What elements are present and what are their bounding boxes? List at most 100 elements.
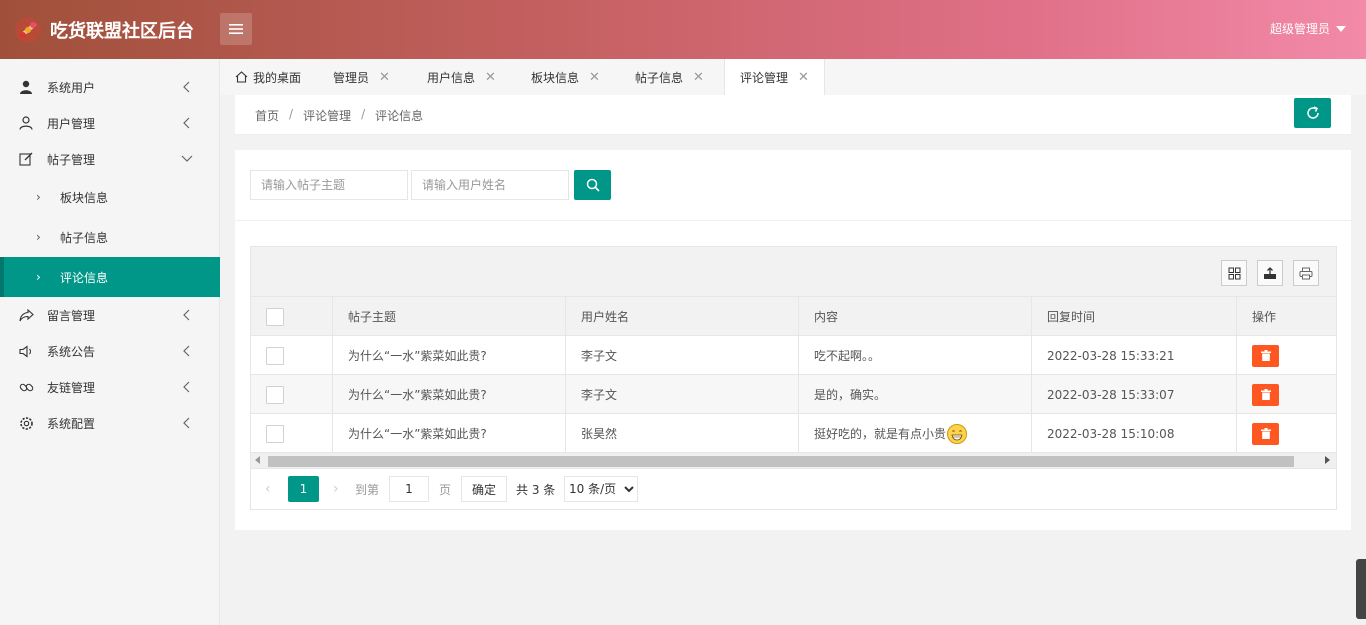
sidebar-item-announcements[interactable]: 系统公告	[0, 333, 220, 369]
col-header-topic[interactable]: 帖子主题	[332, 297, 565, 336]
goto-confirm-button[interactable]: 确定	[461, 476, 507, 502]
chevron-left-icon	[181, 417, 193, 429]
sidebar-item-user-management[interactable]: 用户管理	[0, 105, 220, 141]
tab-bar: 我的桌面 管理员 ✕ 用户信息 ✕ 板块信息 ✕ 帖子信息 ✕ 评论管理 ✕	[220, 59, 1366, 96]
cell-user: 李子文	[565, 336, 798, 375]
chevron-right-icon: ›	[36, 270, 41, 284]
trash-icon	[1260, 389, 1271, 400]
sidebar-subitem-comment-info[interactable]: › 评论信息	[0, 257, 220, 297]
select-all-checkbox[interactable]	[266, 307, 284, 326]
table-row: 为什么“一水”紫菜如此贵? 张昊然 挺好吃的，就是有点小贵 2022-03-28…	[251, 414, 1336, 453]
row-checkbox[interactable]	[266, 346, 284, 365]
sidebar: 系统用户 用户管理 帖子管理 › 板块信息 › 帖子信息 › 评论信息 留言管理…	[0, 59, 220, 625]
delete-button[interactable]	[1252, 344, 1279, 367]
sidebar-item-system-config[interactable]: 系统配置	[0, 405, 220, 441]
chevron-right-icon: ›	[36, 230, 41, 244]
delete-button[interactable]	[1252, 383, 1279, 406]
user-menu[interactable]: 超级管理员	[1270, 20, 1346, 37]
sidebar-subitem-post-info[interactable]: › 帖子信息	[0, 217, 220, 257]
pagination: ‹ 1 › 到第 页 确定 共 3 条 10 条/页 20 条/页 30 条/页	[251, 469, 1336, 509]
tab-my-desktop[interactable]: 我的桌面	[235, 59, 301, 95]
breadcrumb-bar: 首页 / 评论管理 / 评论信息	[235, 95, 1351, 135]
breadcrumb-comment-management[interactable]: 评论管理	[303, 107, 351, 124]
col-header-user[interactable]: 用户姓名	[565, 297, 798, 336]
share-icon	[18, 307, 34, 323]
cell-topic: 为什么“一水”紫菜如此贵?	[332, 336, 565, 375]
cell-time: 2022-03-28 15:33:07	[1031, 375, 1236, 414]
col-header-time[interactable]: 回复时间	[1031, 297, 1236, 336]
caret-down-icon	[1336, 25, 1346, 32]
goto-label: 到第	[355, 482, 380, 497]
sidebar-item-message-management[interactable]: 留言管理	[0, 297, 220, 333]
sidebar-item-friend-links[interactable]: 友链管理	[0, 369, 220, 405]
logo[interactable]: 吃货联盟社区后台	[14, 14, 194, 46]
close-icon[interactable]: ✕	[798, 70, 809, 85]
horizontal-scrollbar[interactable]	[251, 453, 1336, 469]
search-form	[250, 170, 611, 200]
columns-icon	[1228, 267, 1240, 279]
cell-content: 是的，确实。	[798, 375, 1031, 414]
next-page-icon[interactable]: ›	[333, 481, 339, 497]
user-solid-icon	[18, 79, 34, 95]
sidebar-subitem-board-info[interactable]: › 板块信息	[0, 177, 220, 217]
page-size-select[interactable]: 10 条/页 20 条/页 30 条/页	[564, 476, 638, 502]
print-button[interactable]	[1293, 260, 1319, 286]
col-header-content[interactable]: 内容	[798, 297, 1031, 336]
row-checkbox[interactable]	[266, 424, 284, 443]
tab-comment-management[interactable]: 评论管理 ✕	[724, 59, 825, 96]
grin-emoji-icon	[947, 423, 968, 444]
user-search-input[interactable]	[411, 170, 569, 200]
close-icon[interactable]: ✕	[379, 70, 390, 85]
chevron-left-icon	[181, 345, 193, 357]
export-icon	[1264, 266, 1276, 279]
menu-toggle-button[interactable]	[220, 13, 252, 45]
link-icon	[18, 379, 34, 395]
home-icon	[235, 71, 248, 83]
gear-icon	[18, 415, 34, 431]
main-card: 帖子主题 用户姓名 内容 回复时间 操作 为什么“一水”紫菜如此贵? 李子文 吃…	[235, 150, 1351, 530]
cell-user: 李子文	[565, 375, 798, 414]
refresh-button[interactable]	[1294, 98, 1331, 128]
app-title: 吃货联盟社区后台	[50, 21, 194, 42]
edit-icon	[18, 151, 34, 167]
print-icon	[1299, 267, 1313, 279]
cell-time: 2022-03-28 15:33:21	[1031, 336, 1236, 375]
side-widget[interactable]	[1356, 559, 1366, 619]
tab-user-info[interactable]: 用户信息 ✕	[427, 59, 496, 95]
chevron-left-icon	[181, 381, 193, 393]
trash-icon	[1260, 350, 1271, 361]
cell-content: 挺好吃的，就是有点小贵	[798, 414, 1031, 453]
close-icon[interactable]: ✕	[485, 70, 496, 85]
user-name: 超级管理员	[1269, 22, 1330, 36]
row-checkbox[interactable]	[266, 385, 284, 404]
scroll-thumb[interactable]	[268, 456, 1294, 467]
tab-board-info[interactable]: 板块信息 ✕	[531, 59, 600, 95]
search-button[interactable]	[574, 170, 611, 200]
top-header: 吃货联盟社区后台 超级管理员	[0, 0, 1366, 59]
prev-page-icon[interactable]: ‹	[265, 481, 271, 497]
export-button[interactable]	[1257, 260, 1283, 286]
logo-icon	[14, 16, 42, 44]
breadcrumb-home[interactable]: 首页	[255, 107, 279, 124]
scroll-left-icon[interactable]	[255, 456, 260, 464]
topic-search-input[interactable]	[250, 170, 408, 200]
delete-button[interactable]	[1252, 422, 1279, 445]
trash-icon	[1260, 428, 1271, 439]
breadcrumb: 首页 / 评论管理 / 评论信息	[255, 107, 424, 124]
table-row: 为什么“一水”紫菜如此贵? 李子文 是的，确实。 2022-03-28 15:3…	[251, 375, 1336, 414]
cell-topic: 为什么“一水”紫菜如此贵?	[332, 414, 565, 453]
close-icon[interactable]: ✕	[693, 70, 704, 85]
cell-time: 2022-03-28 15:10:08	[1031, 414, 1236, 453]
goto-page-input[interactable]	[389, 476, 429, 502]
table-row: 为什么“一水”紫菜如此贵? 李子文 吃不起啊。。 2022-03-28 15:3…	[251, 336, 1336, 375]
columns-filter-button[interactable]	[1221, 260, 1247, 286]
sidebar-item-post-management[interactable]: 帖子管理	[0, 141, 220, 177]
current-page[interactable]: 1	[288, 476, 319, 502]
scroll-right-icon[interactable]	[1325, 456, 1330, 464]
divider	[235, 220, 1351, 221]
chevron-down-icon	[181, 153, 193, 165]
close-icon[interactable]: ✕	[589, 70, 600, 85]
sidebar-item-system-users[interactable]: 系统用户	[0, 69, 220, 105]
tab-admin[interactable]: 管理员 ✕	[333, 59, 390, 95]
tab-post-info[interactable]: 帖子信息 ✕	[635, 59, 704, 95]
